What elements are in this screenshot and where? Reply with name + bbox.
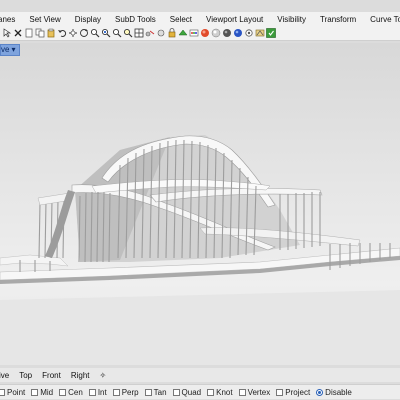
viewport-title-label: ve xyxy=(1,44,10,54)
osnap-label: Project xyxy=(285,387,311,397)
tab-top[interactable]: Top xyxy=(19,371,32,380)
tab-perspective[interactable]: ive xyxy=(0,371,9,380)
osnap-vertex[interactable]: Vertex xyxy=(238,387,271,397)
hide-icon[interactable] xyxy=(156,28,166,38)
new-icon[interactable] xyxy=(24,28,34,38)
checkbox[interactable] xyxy=(88,388,96,396)
osnap-label: Quad xyxy=(181,387,202,397)
osnap-label: Cen xyxy=(68,387,83,397)
add-viewport-icon[interactable]: ✧ xyxy=(100,371,107,380)
show-icon[interactable] xyxy=(145,28,155,38)
rotate-view-icon[interactable] xyxy=(79,28,89,38)
menu-planes[interactable]: anes xyxy=(0,15,15,24)
copy-icon[interactable] xyxy=(35,28,45,38)
zoom-icon[interactable] xyxy=(90,28,100,38)
options-icon[interactable] xyxy=(244,28,254,38)
select-icon[interactable] xyxy=(2,28,12,38)
menu-set-view[interactable]: Set View xyxy=(29,15,60,24)
osnap-label: Vertex xyxy=(247,387,271,397)
zoom-selected-icon[interactable] xyxy=(123,28,133,38)
menu-viewport-layout[interactable]: Viewport Layout xyxy=(206,15,263,24)
tools-icon[interactable] xyxy=(255,28,265,38)
osnap-mid[interactable]: Mid xyxy=(31,388,53,397)
checkbox[interactable] xyxy=(172,388,180,396)
zoom-extents-icon[interactable] xyxy=(112,28,122,38)
checkbox[interactable] xyxy=(31,388,39,396)
osnap-disable[interactable]: Disable xyxy=(316,388,352,397)
osnap-int[interactable]: Int xyxy=(88,387,107,397)
menu-visibility[interactable]: Visibility xyxy=(277,15,306,24)
pan-icon[interactable] xyxy=(68,28,78,38)
menu-bar: anes Set View Display SubD Tools Select … xyxy=(0,12,400,27)
osnap-label: Int xyxy=(97,387,107,397)
osnap-label: Disable xyxy=(325,387,352,397)
material-icon[interactable] xyxy=(211,28,221,38)
menu-transform[interactable]: Transform xyxy=(320,15,356,24)
osnap-perp[interactable]: Perp xyxy=(112,387,139,397)
properties-icon[interactable] xyxy=(178,28,188,38)
delete-icon[interactable] xyxy=(13,28,23,38)
environment-icon[interactable] xyxy=(233,28,243,38)
tab-front[interactable]: Front xyxy=(42,371,61,380)
sphere-icon[interactable] xyxy=(222,28,232,38)
checkbox[interactable] xyxy=(59,388,67,396)
osnap-tan[interactable]: Tan xyxy=(144,387,167,397)
menu-curve-tools[interactable]: Curve Tools xyxy=(370,15,400,24)
zoom-window-icon[interactable] xyxy=(101,28,111,38)
paste-icon[interactable] xyxy=(46,28,56,38)
tab-right[interactable]: Right xyxy=(71,371,90,380)
viewport-tabs: ive Top Front Right ✧ xyxy=(0,368,400,382)
building-model xyxy=(0,135,400,365)
help-icon[interactable] xyxy=(266,28,276,38)
osnap-bar: Point Mid Cen Int Perp Tan Quad Knot Ver… xyxy=(0,384,400,399)
viewport-title[interactable]: ve ▾ xyxy=(0,43,21,56)
radio-button[interactable] xyxy=(316,388,324,396)
checkbox[interactable] xyxy=(144,388,152,396)
viewport-title-tab[interactable]: ve ▾ xyxy=(0,43,21,56)
osnap-label: Knot xyxy=(216,387,233,397)
menu-select[interactable]: Select xyxy=(170,15,192,24)
checkbox[interactable] xyxy=(0,388,5,396)
osnap-cen[interactable]: Cen xyxy=(59,388,83,397)
checkbox[interactable] xyxy=(276,388,284,396)
osnap-label: Point xyxy=(7,387,26,397)
osnap-label: Tan xyxy=(153,387,167,397)
render-icon[interactable] xyxy=(200,28,210,38)
viewport-layout-icon[interactable] xyxy=(134,28,144,38)
osnap-label: Mid xyxy=(40,387,54,397)
layer-icon[interactable] xyxy=(189,28,199,38)
checkbox[interactable] xyxy=(207,388,215,396)
menu-display[interactable]: Display xyxy=(75,15,101,24)
osnap-quad[interactable]: Quad xyxy=(172,387,202,397)
undo-icon[interactable] xyxy=(57,28,67,38)
osnap-point[interactable]: Point xyxy=(0,388,25,397)
checkbox[interactable] xyxy=(112,388,120,396)
checkbox[interactable] xyxy=(238,388,246,396)
osnap-project[interactable]: Project xyxy=(276,388,310,397)
perspective-viewport[interactable] xyxy=(0,43,400,365)
lock-icon[interactable] xyxy=(167,28,177,38)
chevron-down-icon: ▾ xyxy=(11,44,16,54)
osnap-knot[interactable]: Knot xyxy=(207,387,233,397)
menu-subd-tools[interactable]: SubD Tools xyxy=(115,15,156,24)
osnap-label: Perp xyxy=(121,387,139,397)
standard-toolbar xyxy=(0,26,400,41)
